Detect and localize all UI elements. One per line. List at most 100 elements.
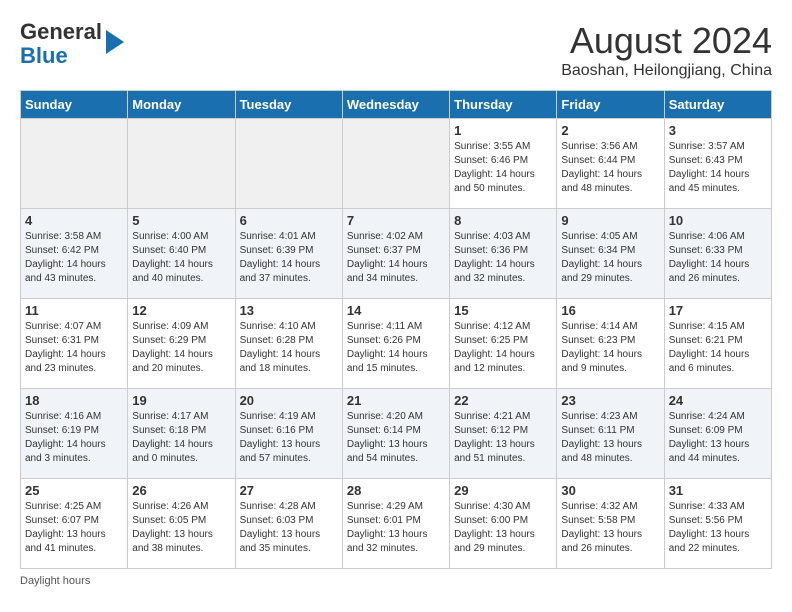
- day-number: 4: [25, 213, 123, 228]
- day-info: Sunrise: 3:58 AMSunset: 6:42 PMDaylight:…: [25, 230, 123, 286]
- footnote: Daylight hours: [20, 575, 772, 587]
- day-number: 9: [561, 213, 659, 228]
- calendar-week-row: 4 Sunrise: 3:58 AMSunset: 6:42 PMDayligh…: [21, 209, 772, 299]
- day-info: Sunrise: 3:57 AMSunset: 6:43 PMDaylight:…: [669, 140, 767, 196]
- calendar-cell: 16 Sunrise: 4:14 AMSunset: 6:23 PMDaylig…: [557, 299, 664, 389]
- calendar-week-row: 11 Sunrise: 4:07 AMSunset: 6:31 PMDaylig…: [21, 299, 772, 389]
- calendar-cell: 30 Sunrise: 4:32 AMSunset: 5:58 PMDaylig…: [557, 479, 664, 569]
- calendar-cell: 26 Sunrise: 4:26 AMSunset: 6:05 PMDaylig…: [128, 479, 235, 569]
- day-of-week-header: Wednesday: [342, 91, 449, 119]
- calendar-cell: 14 Sunrise: 4:11 AMSunset: 6:26 PMDaylig…: [342, 299, 449, 389]
- calendar-cell: [128, 119, 235, 209]
- day-info: Sunrise: 4:14 AMSunset: 6:23 PMDaylight:…: [561, 320, 659, 376]
- calendar-cell: 12 Sunrise: 4:09 AMSunset: 6:29 PMDaylig…: [128, 299, 235, 389]
- calendar-cell: 2 Sunrise: 3:56 AMSunset: 6:44 PMDayligh…: [557, 119, 664, 209]
- day-info: Sunrise: 4:21 AMSunset: 6:12 PMDaylight:…: [454, 410, 552, 466]
- day-number: 26: [132, 483, 230, 498]
- day-number: 25: [25, 483, 123, 498]
- day-of-week-header: Saturday: [664, 91, 771, 119]
- calendar-cell: 28 Sunrise: 4:29 AMSunset: 6:01 PMDaylig…: [342, 479, 449, 569]
- calendar-cell: [235, 119, 342, 209]
- month-year-title: August 2024: [561, 20, 772, 62]
- day-info: Sunrise: 4:23 AMSunset: 6:11 PMDaylight:…: [561, 410, 659, 466]
- day-info: Sunrise: 4:24 AMSunset: 6:09 PMDaylight:…: [669, 410, 767, 466]
- calendar-cell: 15 Sunrise: 4:12 AMSunset: 6:25 PMDaylig…: [450, 299, 557, 389]
- day-number: 30: [561, 483, 659, 498]
- calendar-week-row: 1 Sunrise: 3:55 AMSunset: 6:46 PMDayligh…: [21, 119, 772, 209]
- day-number: 6: [240, 213, 338, 228]
- calendar-cell: 3 Sunrise: 3:57 AMSunset: 6:43 PMDayligh…: [664, 119, 771, 209]
- day-number: 18: [25, 393, 123, 408]
- calendar-cell: 24 Sunrise: 4:24 AMSunset: 6:09 PMDaylig…: [664, 389, 771, 479]
- day-number: 10: [669, 213, 767, 228]
- day-info: Sunrise: 4:00 AMSunset: 6:40 PMDaylight:…: [132, 230, 230, 286]
- day-info: Sunrise: 4:28 AMSunset: 6:03 PMDaylight:…: [240, 500, 338, 556]
- logo-blue: Blue: [20, 43, 68, 68]
- day-number: 13: [240, 303, 338, 318]
- day-info: Sunrise: 4:19 AMSunset: 6:16 PMDaylight:…: [240, 410, 338, 466]
- day-of-week-header: Friday: [557, 91, 664, 119]
- day-number: 7: [347, 213, 445, 228]
- calendar-cell: 25 Sunrise: 4:25 AMSunset: 6:07 PMDaylig…: [21, 479, 128, 569]
- day-info: Sunrise: 4:02 AMSunset: 6:37 PMDaylight:…: [347, 230, 445, 286]
- day-number: 31: [669, 483, 767, 498]
- calendar-cell: 23 Sunrise: 4:23 AMSunset: 6:11 PMDaylig…: [557, 389, 664, 479]
- calendar-cell: 27 Sunrise: 4:28 AMSunset: 6:03 PMDaylig…: [235, 479, 342, 569]
- calendar-cell: 21 Sunrise: 4:20 AMSunset: 6:14 PMDaylig…: [342, 389, 449, 479]
- logo-arrow-icon: [106, 30, 124, 54]
- day-info: Sunrise: 4:15 AMSunset: 6:21 PMDaylight:…: [669, 320, 767, 376]
- day-number: 1: [454, 123, 552, 138]
- day-info: Sunrise: 4:17 AMSunset: 6:18 PMDaylight:…: [132, 410, 230, 466]
- day-info: Sunrise: 4:32 AMSunset: 5:58 PMDaylight:…: [561, 500, 659, 556]
- day-info: Sunrise: 4:30 AMSunset: 6:00 PMDaylight:…: [454, 500, 552, 556]
- calendar-cell: 10 Sunrise: 4:06 AMSunset: 6:33 PMDaylig…: [664, 209, 771, 299]
- calendar-cell: 13 Sunrise: 4:10 AMSunset: 6:28 PMDaylig…: [235, 299, 342, 389]
- day-info: Sunrise: 4:11 AMSunset: 6:26 PMDaylight:…: [347, 320, 445, 376]
- day-number: 21: [347, 393, 445, 408]
- day-info: Sunrise: 4:20 AMSunset: 6:14 PMDaylight:…: [347, 410, 445, 466]
- day-info: Sunrise: 4:12 AMSunset: 6:25 PMDaylight:…: [454, 320, 552, 376]
- day-info: Sunrise: 4:26 AMSunset: 6:05 PMDaylight:…: [132, 500, 230, 556]
- day-number: 11: [25, 303, 123, 318]
- logo: General Blue: [20, 20, 124, 68]
- calendar-week-row: 25 Sunrise: 4:25 AMSunset: 6:07 PMDaylig…: [21, 479, 772, 569]
- calendar-cell: 19 Sunrise: 4:17 AMSunset: 6:18 PMDaylig…: [128, 389, 235, 479]
- day-number: 8: [454, 213, 552, 228]
- calendar-cell: 31 Sunrise: 4:33 AMSunset: 5:56 PMDaylig…: [664, 479, 771, 569]
- calendar-table: SundayMondayTuesdayWednesdayThursdayFrid…: [20, 90, 772, 569]
- day-number: 20: [240, 393, 338, 408]
- day-number: 17: [669, 303, 767, 318]
- day-of-week-header: Tuesday: [235, 91, 342, 119]
- day-of-week-header: Sunday: [21, 91, 128, 119]
- calendar-cell: [21, 119, 128, 209]
- header-row: SundayMondayTuesdayWednesdayThursdayFrid…: [21, 91, 772, 119]
- calendar-cell: 22 Sunrise: 4:21 AMSunset: 6:12 PMDaylig…: [450, 389, 557, 479]
- calendar-cell: 7 Sunrise: 4:02 AMSunset: 6:37 PMDayligh…: [342, 209, 449, 299]
- day-info: Sunrise: 4:10 AMSunset: 6:28 PMDaylight:…: [240, 320, 338, 376]
- calendar-cell: 17 Sunrise: 4:15 AMSunset: 6:21 PMDaylig…: [664, 299, 771, 389]
- location-subtitle: Baoshan, Heilongjiang, China: [561, 62, 772, 80]
- calendar-cell: 20 Sunrise: 4:19 AMSunset: 6:16 PMDaylig…: [235, 389, 342, 479]
- day-info: Sunrise: 4:01 AMSunset: 6:39 PMDaylight:…: [240, 230, 338, 286]
- calendar-cell: 4 Sunrise: 3:58 AMSunset: 6:42 PMDayligh…: [21, 209, 128, 299]
- day-of-week-header: Thursday: [450, 91, 557, 119]
- day-number: 27: [240, 483, 338, 498]
- logo-general: General: [20, 19, 102, 44]
- day-number: 14: [347, 303, 445, 318]
- day-number: 12: [132, 303, 230, 318]
- day-number: 5: [132, 213, 230, 228]
- day-number: 3: [669, 123, 767, 138]
- day-number: 29: [454, 483, 552, 498]
- day-info: Sunrise: 4:05 AMSunset: 6:34 PMDaylight:…: [561, 230, 659, 286]
- day-info: Sunrise: 4:29 AMSunset: 6:01 PMDaylight:…: [347, 500, 445, 556]
- day-number: 2: [561, 123, 659, 138]
- day-info: Sunrise: 3:55 AMSunset: 6:46 PMDaylight:…: [454, 140, 552, 196]
- day-number: 19: [132, 393, 230, 408]
- page-header: General Blue August 2024 Baoshan, Heilon…: [20, 20, 772, 80]
- calendar-cell: 9 Sunrise: 4:05 AMSunset: 6:34 PMDayligh…: [557, 209, 664, 299]
- day-number: 22: [454, 393, 552, 408]
- day-info: Sunrise: 4:07 AMSunset: 6:31 PMDaylight:…: [25, 320, 123, 376]
- day-number: 16: [561, 303, 659, 318]
- day-number: 24: [669, 393, 767, 408]
- logo-text: General Blue: [20, 20, 102, 68]
